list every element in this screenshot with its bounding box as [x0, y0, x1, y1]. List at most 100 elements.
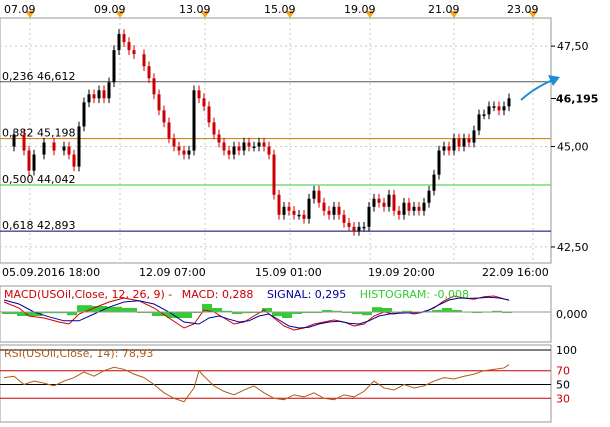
price-candle — [187, 150, 191, 155]
price-candle — [387, 194, 391, 207]
price-candle — [237, 146, 241, 151]
price-candle — [272, 154, 276, 195]
macd-histogram-bar — [447, 308, 452, 312]
price-candle — [162, 110, 166, 123]
price-candle — [82, 102, 86, 127]
macd-histogram-bar — [382, 308, 387, 312]
rsi-level-label: 30 — [556, 392, 570, 405]
top-date-label: 09.09 — [94, 3, 126, 16]
price-candle — [152, 78, 156, 95]
price-candle — [172, 138, 176, 147]
price-candle — [362, 226, 366, 229]
macd-zero-label: 0,000 — [556, 308, 588, 321]
price-candle — [497, 106, 501, 111]
rsi-legend: RSI(USOil,Close, 14): 78,93 — [4, 347, 153, 360]
price-candle — [492, 106, 496, 108]
price-candle — [182, 150, 186, 155]
macd-histogram-bar — [112, 306, 117, 312]
bottom-date-label: 12.09 07:00 — [139, 266, 206, 279]
top-date-label: 15.09 — [264, 3, 296, 16]
macd-legend: MACD(USOil,Close, 12, 26, 9) - MACD: 0,2… — [4, 288, 469, 301]
price-candle — [452, 138, 456, 151]
price-candle — [502, 106, 506, 111]
price-tick-label: 42,50 — [557, 241, 589, 254]
price-candle — [277, 194, 281, 215]
price-candle — [32, 154, 36, 171]
price-candle — [252, 146, 256, 149]
price-candle — [317, 190, 321, 203]
price-candle — [227, 150, 231, 155]
price-axis: 47,50 45,00 42,50 — [551, 40, 589, 254]
price-candle — [282, 206, 286, 215]
price-candle — [262, 142, 266, 147]
price-candle — [232, 146, 236, 155]
price-candle — [207, 106, 211, 123]
macd-histogram-bar — [442, 308, 447, 312]
macd-title: MACD(USOil,Close, 12, 26, 9) - — [4, 288, 172, 301]
price-candle — [312, 190, 316, 199]
price-candle — [97, 90, 101, 99]
bottom-date-label: 22.09 16:00 — [482, 266, 549, 279]
macd-histogram-bar — [277, 312, 282, 316]
price-candle — [472, 130, 476, 143]
price-candle — [417, 206, 421, 211]
price-candle — [377, 198, 381, 203]
signal-value: SIGNAL: 0,295 — [267, 288, 346, 301]
price-candle — [357, 226, 361, 231]
macd-histogram-bar — [117, 306, 122, 312]
macd-histogram-bar — [287, 312, 292, 318]
price-candle — [352, 226, 356, 231]
top-date-label: 23.09 — [507, 3, 539, 16]
price-candle — [382, 202, 386, 207]
price-candle — [307, 198, 311, 219]
macd-histogram-bar — [122, 308, 127, 312]
macd-histogram-bar — [127, 308, 132, 312]
price-candle — [202, 98, 206, 107]
price-candle — [292, 210, 296, 215]
rsi-level-label: 50 — [556, 379, 570, 392]
price-candle — [267, 146, 271, 155]
price-candle — [177, 146, 181, 151]
price-candle — [407, 202, 411, 211]
top-date-label: 13.09 — [179, 3, 211, 16]
price-candle — [372, 198, 376, 207]
price-candle — [332, 206, 336, 215]
price-candle — [52, 142, 56, 151]
price-candle — [102, 90, 106, 99]
price-candle — [197, 90, 201, 99]
price-candle — [22, 134, 26, 151]
price-candle — [427, 190, 431, 203]
price-candle — [397, 210, 401, 215]
price-candle — [212, 122, 216, 135]
price-candle — [107, 82, 111, 99]
price-candle — [457, 138, 461, 147]
price-candle — [77, 126, 81, 167]
macd-histogram-bar — [282, 312, 287, 318]
price-candle — [422, 202, 426, 211]
fib-level-label: 0,236 46,612 — [2, 70, 75, 83]
price-candle — [347, 222, 351, 227]
price-candle — [462, 138, 466, 147]
price-candle — [12, 134, 16, 147]
bottom-date-axis: 05.09.2016 18:00 12.09 07:00 15.09 01:00 19… — [2, 266, 549, 279]
price-candle — [247, 142, 251, 147]
macd-histogram-bar — [17, 312, 22, 316]
macd-histogram-bar — [132, 308, 137, 312]
price-candle — [467, 138, 471, 143]
price-candle — [132, 50, 136, 55]
price-candle — [402, 202, 406, 215]
price-candle — [87, 94, 91, 103]
price-candle — [342, 214, 346, 223]
top-date-label: 07.09 — [4, 3, 36, 16]
price-candle — [287, 206, 291, 211]
price-candle — [217, 134, 221, 143]
fib-level-label: 0,618 42,893 — [2, 219, 75, 232]
price-candle — [487, 106, 491, 115]
price-tick-label: 47,50 — [557, 40, 589, 53]
price-candle — [67, 146, 71, 155]
current-price-marker: 46,195 — [551, 93, 598, 106]
price-candle — [167, 122, 171, 139]
trading-chart[interactable]: 07.09 09.09 13.09 15.09 19.09 21.09 23.09 0,23… — [0, 0, 610, 427]
macd-histogram-bar — [387, 308, 392, 312]
price-candle — [367, 206, 371, 227]
